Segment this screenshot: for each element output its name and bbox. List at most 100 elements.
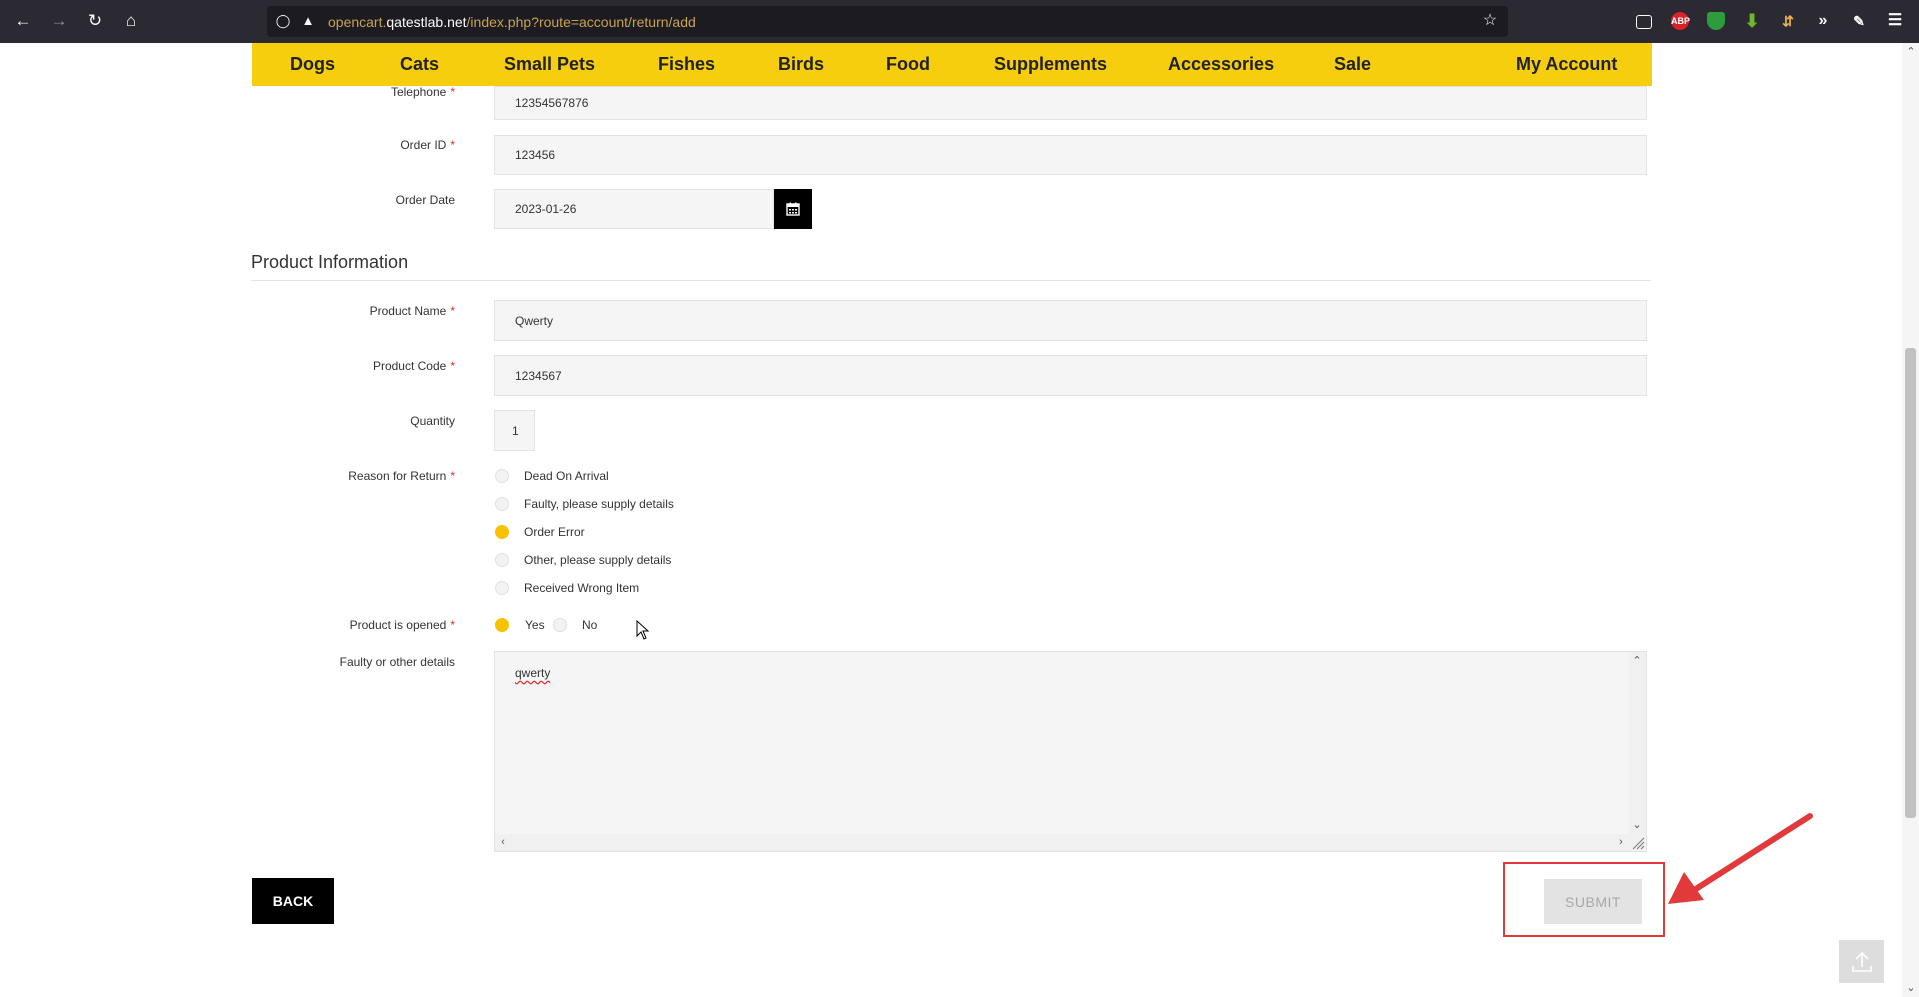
nav-item-fishes[interactable]: Fishes xyxy=(658,54,715,75)
scroll-right-icon[interactable]: › xyxy=(1615,836,1627,848)
scroll-to-top-button[interactable] xyxy=(1839,940,1884,983)
lock-icon[interactable]: ▲ xyxy=(300,13,316,29)
telephone-value: 12354567876 xyxy=(515,96,589,110)
nav-item-accessories[interactable]: Accessories xyxy=(1168,54,1274,75)
forward-arrow-icon[interactable]: → xyxy=(48,10,70,32)
download-arrow-icon[interactable]: ⬇ xyxy=(1743,12,1761,30)
product-opened-label-text: Product is opened xyxy=(349,618,447,632)
url-path: /index.php?route=account/return/add xyxy=(466,14,696,30)
nav-item-cats[interactable]: Cats xyxy=(400,54,439,75)
product-code-label-text: Product Code xyxy=(372,359,447,373)
textarea-horizontal-scrollbar[interactable]: ‹ › xyxy=(495,834,1629,851)
back-arrow-icon[interactable]: ← xyxy=(12,10,34,32)
nav-item-sale[interactable]: Sale xyxy=(1334,54,1371,75)
order-date-input[interactable]: 2023-01-26 xyxy=(494,189,774,229)
back-button[interactable]: BACK xyxy=(252,878,334,924)
url-host-name: qatestlab.net xyxy=(386,14,467,30)
calendar-button[interactable] xyxy=(774,189,812,229)
order-id-label-text: Order ID xyxy=(400,138,447,152)
url-prefix: opencart. xyxy=(328,14,387,30)
reason-radio-received-wrong-item[interactable] xyxy=(495,581,509,595)
quantity-value: 1 xyxy=(512,423,519,438)
details-label: Faulty or other details xyxy=(340,655,455,669)
reason-radio-faulty[interactable] xyxy=(495,497,509,511)
quantity-label: Quantity xyxy=(410,414,455,428)
product-opened-label: Product is opened * xyxy=(350,618,455,632)
required-mark: * xyxy=(450,618,455,632)
nav-item-my-account[interactable]: My Account xyxy=(1516,54,1617,75)
details-textarea[interactable]: qwerty ⌃ ⌄ ‹ › xyxy=(494,651,1647,852)
telephone-label: Telephone * xyxy=(391,85,455,99)
product-name-label: Product Name * xyxy=(370,304,455,318)
scroll-up-icon[interactable]: ⌃ xyxy=(1631,655,1643,667)
shield-outline-icon[interactable]: ◯ xyxy=(275,13,291,29)
scroll-left-icon[interactable]: ‹ xyxy=(497,836,509,848)
reason-option-label: Dead On Arrival xyxy=(524,469,609,483)
sync-icon[interactable]: ⇵ xyxy=(1779,12,1797,30)
mouse-cursor-icon xyxy=(636,620,650,640)
resize-grip-icon[interactable] xyxy=(1629,834,1646,851)
opened-option-no-label: No xyxy=(582,618,598,632)
pocket-icon[interactable] xyxy=(1636,15,1652,29)
reason-option-label: Faulty, please supply details xyxy=(524,497,674,511)
order-date-label-text: Order Date xyxy=(395,193,455,207)
telephone-input[interactable]: 12354567876 xyxy=(494,86,1647,120)
product-code-input[interactable]: 1234567 xyxy=(494,355,1647,396)
reason-radio-other[interactable] xyxy=(495,553,509,567)
opened-option-yes-label: Yes xyxy=(525,618,545,632)
required-mark: * xyxy=(450,469,455,483)
reason-radio-order-error[interactable] xyxy=(495,525,509,539)
adblock-icon[interactable]: ABP xyxy=(1671,12,1691,30)
nav-item-small-pets[interactable]: Small Pets xyxy=(504,54,595,75)
quantity-input[interactable]: 1 xyxy=(494,410,535,451)
product-name-value: Qwerty xyxy=(515,313,554,328)
adblock-label: ABP xyxy=(1671,16,1691,26)
menu-hamburger-icon[interactable]: ☰ xyxy=(1886,12,1904,30)
bookmark-star-icon[interactable]: ☆ xyxy=(1482,13,1498,29)
product-code-label: Product Code * xyxy=(373,359,455,373)
extensions-puzzle-icon[interactable]: ✎ xyxy=(1850,12,1868,30)
details-value: qwerty xyxy=(515,666,551,680)
product-name-label-text: Product Name xyxy=(369,304,447,318)
calendar-icon xyxy=(786,202,800,216)
nav-item-supplements[interactable]: Supplements xyxy=(994,54,1107,75)
quantity-label-text: Quantity xyxy=(410,414,455,428)
nav-item-food[interactable]: Food xyxy=(886,54,930,75)
textarea-vertical-scrollbar[interactable]: ⌃ ⌄ xyxy=(1629,652,1646,834)
home-icon[interactable]: ⌂ xyxy=(120,10,142,32)
reload-icon[interactable]: ↻ xyxy=(84,10,106,32)
shield-extension-icon[interactable] xyxy=(1707,12,1725,30)
product-code-value: 1234567 xyxy=(515,368,562,383)
opened-radio-no[interactable] xyxy=(553,618,567,632)
reason-option-label: Received Wrong Item xyxy=(524,581,640,595)
product-information-heading: Product Information xyxy=(251,252,409,272)
annotation-highlight-box xyxy=(1503,862,1665,937)
required-mark: * xyxy=(450,304,455,318)
url-text: opencart.qatestlab.net/index.php?route=a… xyxy=(328,14,696,30)
page-scrollbar-thumb[interactable] xyxy=(1905,348,1916,818)
page-scroll-up-icon[interactable]: ⌃ xyxy=(1905,46,1917,58)
browser-toolbar: ← → ↻ ⌂ ◯ ▲ opencart.qatestlab.net/index… xyxy=(0,0,1919,43)
product-name-input[interactable]: Qwerty xyxy=(494,300,1647,341)
order-id-label: Order ID * xyxy=(400,138,455,152)
order-date-label: Order Date xyxy=(396,193,455,207)
overflow-chevrons-icon[interactable]: » xyxy=(1814,12,1832,30)
page-scroll-down-icon[interactable]: ⌄ xyxy=(1905,982,1917,994)
url-bar[interactable]: ◯ ▲ opencart.qatestlab.net/index.php?rou… xyxy=(267,6,1508,37)
order-id-input[interactable]: 123456 xyxy=(494,135,1647,175)
reason-radio-dead-on-arrival[interactable] xyxy=(495,469,509,483)
annotation-arrow-icon xyxy=(1668,813,1813,904)
nav-item-dogs[interactable]: Dogs xyxy=(290,54,335,75)
opened-radio-yes[interactable] xyxy=(495,618,509,632)
required-mark: * xyxy=(450,85,455,99)
scroll-down-icon[interactable]: ⌄ xyxy=(1631,819,1643,831)
page-scrollbar[interactable]: ⌃ ⌄ xyxy=(1902,43,1919,997)
order-id-value: 123456 xyxy=(515,148,556,162)
nav-item-birds[interactable]: Birds xyxy=(778,54,824,75)
required-mark: * xyxy=(450,359,455,373)
details-label-text: Faulty or other details xyxy=(339,655,455,669)
resize-lines xyxy=(1632,837,1645,850)
required-mark: * xyxy=(450,138,455,152)
reason-option-label: Order Error xyxy=(524,525,585,539)
reason-option-label: Other, please supply details xyxy=(524,553,672,567)
